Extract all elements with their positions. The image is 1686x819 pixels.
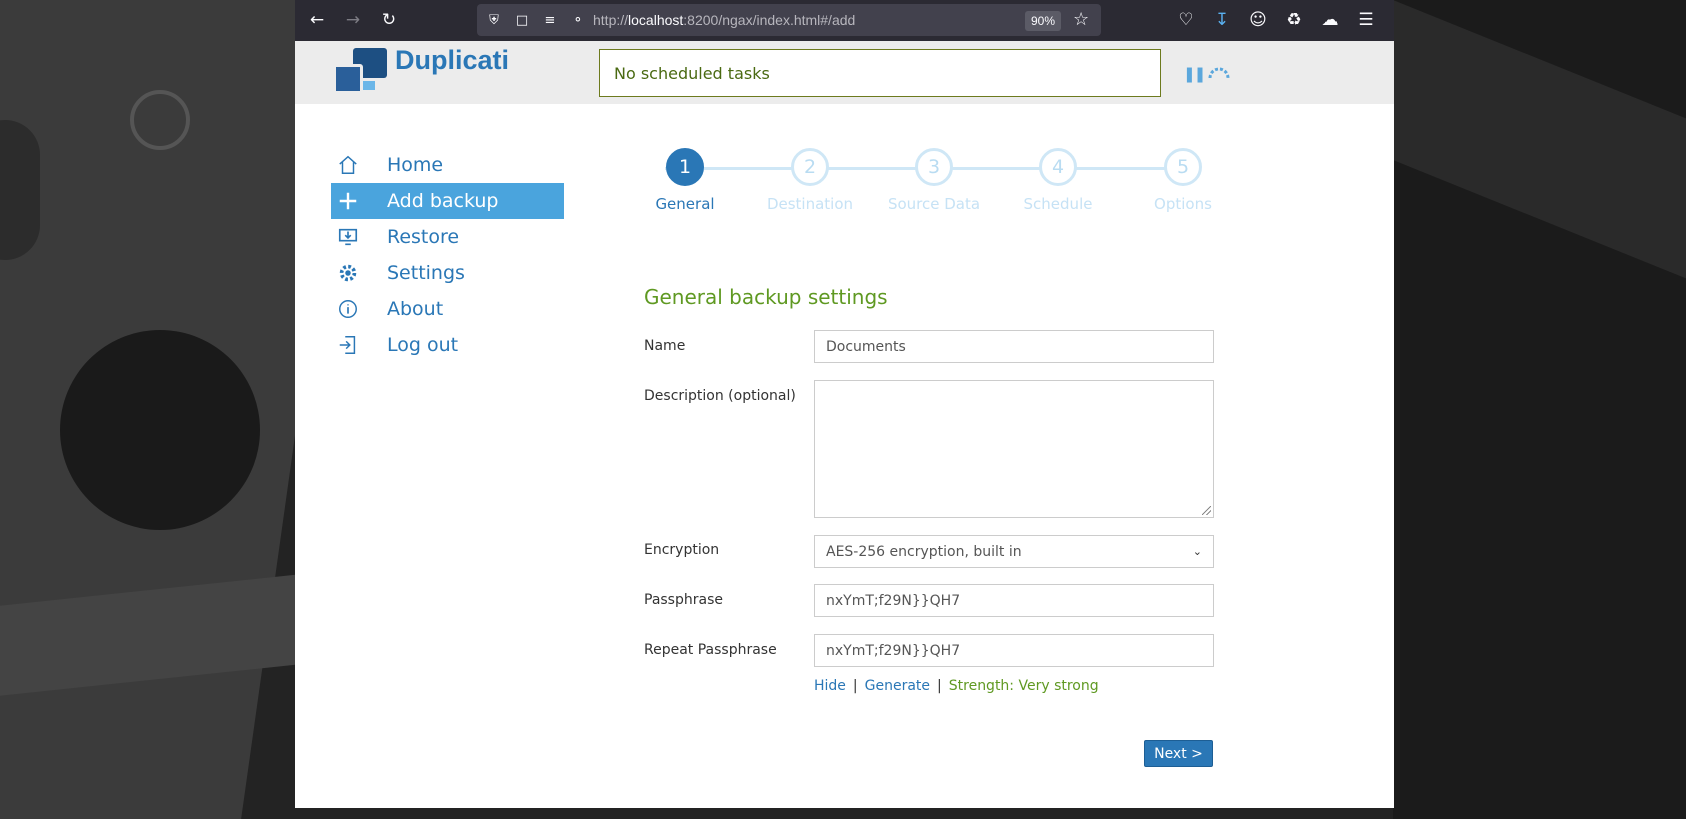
step-schedule[interactable]: 4 Schedule [1008,148,1108,213]
hide-link[interactable]: Hide [814,678,846,694]
wizard-steps: 1 General 2 Destination 3 Source Data 4 … [635,148,1212,228]
nav-item-home[interactable]: Home [331,147,564,183]
step-label: Source Data [887,195,981,213]
nav-item-label: Restore [387,226,460,248]
nav-item-label: Log out [387,334,459,356]
forward-icon[interactable]: → [341,8,365,32]
generate-link[interactable]: Generate [865,678,930,694]
url-bar[interactable]: ⛨ □ ≡ ⚬ http://localhost:8200/ngax/index… [477,4,1101,36]
menu-icon[interactable]: ☰ [1354,8,1378,32]
gear-icon [337,261,373,285]
shield-icon[interactable]: ⛨ [483,13,505,28]
encryption-select[interactable]: AES-256 encryption, built in ⌄ [814,535,1214,568]
pocket-icon[interactable]: ♡ [1174,8,1198,32]
strength-indicator: Strength: Very strong [948,678,1099,694]
step-destination[interactable]: 2 Destination [760,148,860,213]
home-icon [337,153,373,177]
logout-icon [337,333,373,357]
step-number: 3 [915,148,953,186]
nav-item-label: Add backup [387,190,499,212]
status-text: No scheduled tasks [614,63,770,83]
repeat-passphrase-input[interactable]: nxYmT;f29N}}QH7 [814,634,1214,667]
step-label: Schedule [1023,195,1093,213]
nav-item-label: Home [387,154,444,176]
step-source-data[interactable]: 3 Source Data [884,148,984,213]
step-number: 4 [1039,148,1077,186]
nav-item-about[interactable]: About [331,291,564,327]
extension-app-icon[interactable]: ☁ [1318,8,1342,32]
passphrase-links: Hide | Generate | Strength: Very strong [814,678,1099,694]
section-title: General backup settings [644,285,888,309]
separator: | [937,678,942,694]
account-icon[interactable]: ☺ [1246,8,1270,32]
brand-name[interactable]: Duplicati [395,45,509,76]
passphrase-label: Passphrase [644,592,723,608]
browser-toolbar: ← → ↻ ⛨ □ ≡ ⚬ http://localhost:8200/ngax… [295,0,1394,41]
zoom-level[interactable]: 90% [1025,11,1062,31]
step-label: General [655,195,715,213]
nav-item-label: Settings [387,262,465,284]
repeat-passphrase-value: nxYmT;f29N}}QH7 [826,642,961,659]
step-number: 2 [791,148,829,186]
chevron-down-icon: ⌄ [1192,545,1202,558]
url-text[interactable]: http://localhost:8200/ngax/index.html#/a… [593,12,855,28]
name-input-value: Documents [826,338,906,355]
name-input[interactable]: Documents [814,330,1214,363]
duplicati-logo[interactable] [333,48,389,98]
next-button[interactable]: Next > [1144,740,1213,767]
throttle-icon[interactable] [1208,67,1230,79]
passphrase-value: nxYmT;f29N}}QH7 [826,592,961,609]
sidebar-nav: Home Add backup Restore Settings About L… [331,147,564,363]
step-number: 1 [666,148,704,186]
separator: | [852,678,858,694]
downloads-icon[interactable]: ↧ [1210,8,1234,32]
nav-item-settings[interactable]: Settings [331,255,564,291]
resize-grip-icon[interactable] [1202,506,1211,515]
encryption-value: AES-256 encryption, built in [826,543,1022,560]
bookmark-star-icon[interactable]: ☆ [1073,9,1089,30]
step-label: Destination [766,195,854,213]
plus-icon [337,189,373,213]
pause-icon[interactable]: ❚❚ [1183,65,1206,83]
status-box: No scheduled tasks [599,49,1161,97]
nav-item-add-backup[interactable]: Add backup [331,183,564,219]
info-icon [337,297,373,321]
step-options[interactable]: 5 Options [1133,148,1233,213]
browser-window: ← → ↻ ⛨ □ ≡ ⚬ http://localhost:8200/ngax… [295,0,1394,808]
back-icon[interactable]: ← [305,8,329,32]
step-label: Options [1154,195,1212,213]
description-textarea[interactable] [814,380,1214,518]
page-icon[interactable]: □ [511,13,533,28]
description-label: Description (optional) [644,388,796,404]
reload-icon[interactable]: ↻ [377,8,401,32]
passphrase-input[interactable]: nxYmT;f29N}}QH7 [814,584,1214,617]
extensions-icon[interactable]: ♻ [1282,8,1306,32]
permissions-icon[interactable]: ≡ [539,13,561,28]
nav-item-label: About [387,298,444,320]
key-icon[interactable]: ⚬ [567,13,589,28]
nav-item-logout[interactable]: Log out [331,327,564,363]
name-label: Name [644,338,686,354]
step-number: 5 [1164,148,1202,186]
encryption-label: Encryption [644,542,720,558]
step-general[interactable]: 1 General [635,148,735,213]
repeat-passphrase-label: Repeat Passphrase [644,642,777,658]
app-header: Duplicati No scheduled tasks ❚❚ [295,41,1394,104]
nav-item-restore[interactable]: Restore [331,219,564,255]
restore-icon [337,225,373,249]
